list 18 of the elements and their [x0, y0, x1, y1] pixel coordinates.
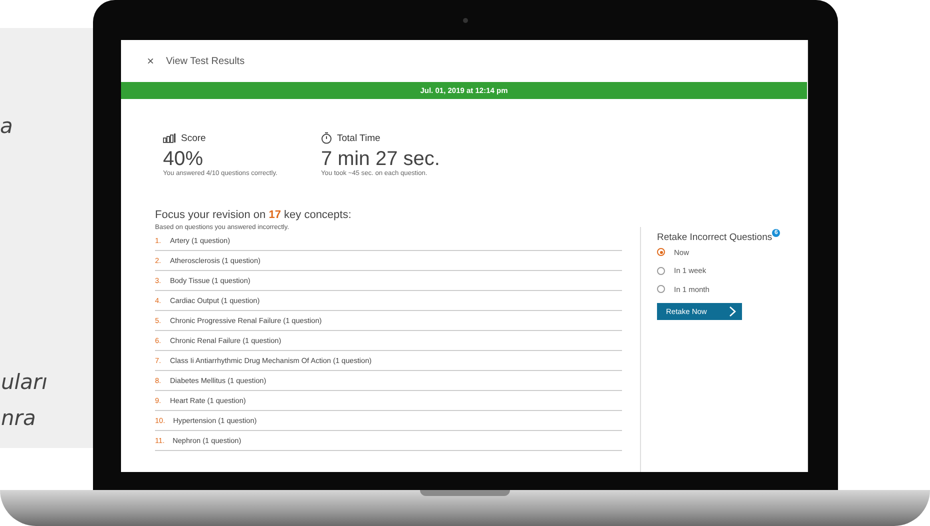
stopwatch-icon	[321, 132, 332, 144]
radio-button[interactable]	[657, 266, 665, 275]
cropped-text: uları	[1, 370, 48, 394]
page-title: View Test Results	[166, 56, 245, 66]
radio-button[interactable]	[657, 248, 665, 256]
retake-title: Retake Incorrect Questions	[657, 232, 772, 243]
chevron-icon	[729, 306, 736, 316]
stat-value: 40%	[163, 148, 204, 170]
focus-heading: Focus your revision on 17 key concepts:	[155, 209, 352, 221]
bar-chart-icon	[163, 133, 176, 143]
cropped-text: nra	[1, 406, 36, 430]
radio-button[interactable]	[657, 285, 665, 294]
camera-icon	[463, 18, 468, 23]
stat-label: Total Time	[337, 132, 380, 144]
cropped-text: a	[0, 114, 13, 138]
close-button[interactable]: ×	[145, 54, 156, 68]
stat-label: Score	[181, 132, 206, 144]
stat-value: 7 min 27 sec.	[321, 148, 439, 170]
